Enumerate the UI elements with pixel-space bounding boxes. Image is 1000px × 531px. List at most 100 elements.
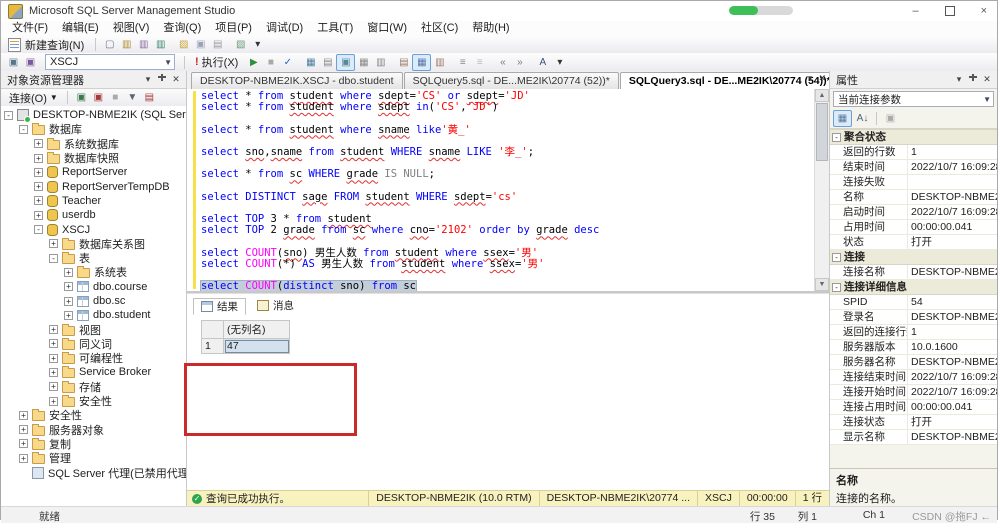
tree-item[interactable]: - 数据库	[1, 122, 186, 136]
scroll-down-icon[interactable]: ▼	[815, 278, 829, 291]
tree-item[interactable]: + Teacher	[1, 194, 186, 208]
tree-item[interactable]: + 系统表	[1, 265, 186, 279]
expand-icon[interactable]: +	[49, 382, 58, 392]
attach-server-icon[interactable]: ▣	[73, 90, 90, 105]
document-tab[interactable]: SQLQuery5.sql - DE...ME2IK\20774 (52))*	[403, 72, 619, 89]
menu-item[interactable]: 视图(V)	[106, 21, 157, 36]
expand-icon[interactable]: +	[49, 353, 58, 363]
include-client-stats-icon[interactable]: ▥	[372, 55, 389, 70]
tree-item[interactable]: + 可编程性	[1, 351, 186, 365]
expand-icon[interactable]: +	[19, 453, 28, 463]
uncomment-icon[interactable]: ≡	[471, 55, 488, 70]
document-tab[interactable]: DESKTOP-NBME2IK.XSCJ - dbo.student	[191, 72, 403, 89]
comment-icon[interactable]: ≡	[454, 55, 471, 70]
expand-icon[interactable]: +	[34, 167, 43, 177]
tree-item[interactable]: + 管理	[1, 451, 186, 465]
tree-item[interactable]: + dbo.student	[1, 308, 186, 322]
expand-icon[interactable]: +	[34, 196, 43, 206]
menu-item[interactable]: 社区(C)	[414, 21, 465, 36]
outdent-icon[interactable]: «	[494, 55, 511, 70]
tree-item[interactable]: + 服务器对象	[1, 423, 186, 437]
stop-icon[interactable]: ■	[107, 90, 124, 105]
expand-icon[interactable]: +	[34, 139, 43, 149]
close-button[interactable]: ×	[981, 5, 987, 17]
tree-item[interactable]: + 同义词	[1, 337, 186, 351]
results-tab-messages[interactable]: 消息	[250, 298, 301, 313]
tree-item[interactable]: + dbo.course	[1, 280, 186, 294]
property-row[interactable]: 登录名DESKTOP-NBME2IK	[830, 310, 997, 325]
expand-icon[interactable]: +	[49, 239, 58, 249]
sql-compact-query-icon[interactable]: ▥	[152, 37, 169, 52]
collapse-icon[interactable]: -	[832, 132, 841, 142]
property-row[interactable]: 连接名称DESKTOP-NBME2IK	[830, 265, 997, 280]
property-row[interactable]: 显示名称DESKTOP-NBME2IK	[830, 430, 997, 445]
results-to-file-icon[interactable]: ▥	[431, 55, 448, 70]
collapse-icon[interactable]: -	[4, 110, 13, 120]
property-row[interactable]: 状态 打开	[830, 235, 997, 250]
database-engine-query-icon[interactable]: ▥	[118, 37, 135, 52]
document-tab[interactable]: SQLQuery3.sql - DE...ME2IK\20774 (54))*	[619, 72, 840, 89]
results-tab-grid[interactable]: 结果	[193, 298, 246, 315]
maximize-button[interactable]	[944, 6, 955, 16]
connect-icon[interactable]: ▣	[5, 55, 22, 70]
property-row[interactable]: 返回的连接行数1	[830, 325, 997, 340]
tree-item[interactable]: + 视图	[1, 322, 186, 337]
connect-button[interactable]: 连接(O) ▼	[5, 90, 62, 106]
debug-icon[interactable]: ▶	[245, 55, 262, 70]
tree-item[interactable]: + ReportServer	[1, 165, 186, 179]
tree-item[interactable]: + 安全性	[1, 394, 186, 408]
sort-alphabetical-icon[interactable]: A↓	[854, 111, 871, 126]
analysis-services-query-icon[interactable]: ▥	[135, 37, 152, 52]
tree-item[interactable]: + 安全性	[1, 408, 186, 422]
menu-item[interactable]: 窗口(W)	[360, 21, 414, 36]
menu-item[interactable]: 文件(F)	[5, 21, 55, 36]
property-row[interactable]: 连接状态 打开	[830, 415, 997, 430]
parse-icon[interactable]: ✓	[279, 55, 296, 70]
print-icon[interactable]: ▤	[209, 37, 226, 52]
toolbar-overflow-icon[interactable]: ▾	[249, 37, 266, 52]
change-connection-icon[interactable]: ▣	[22, 55, 39, 70]
tree-item[interactable]: + 系统数据库	[1, 137, 186, 151]
collapse-icon[interactable]: -	[832, 252, 841, 262]
tree-item[interactable]: -表	[1, 251, 186, 265]
properties-object-selector[interactable]: 当前连接参数 ▼	[833, 91, 994, 107]
close-icon[interactable]: ✕	[980, 74, 994, 85]
collapse-icon[interactable]: -	[34, 225, 43, 235]
close-icon[interactable]: ✕	[169, 74, 183, 85]
expand-icon[interactable]: +	[19, 410, 28, 420]
results-to-text-icon[interactable]: ▤	[395, 55, 412, 70]
pin-icon[interactable]	[155, 73, 169, 86]
scrollbar-thumb[interactable]	[816, 103, 828, 161]
property-row[interactable]: 返回的行数 1	[830, 145, 997, 160]
tree-item[interactable]: + 复制	[1, 437, 186, 451]
expand-icon[interactable]: +	[49, 325, 58, 335]
tree-item[interactable]: + 数据库关系图	[1, 237, 186, 251]
collapse-icon[interactable]: -	[49, 253, 58, 263]
estimated-plan-icon[interactable]: ▦	[302, 55, 319, 70]
tree-item[interactable]: + dbo.sc	[1, 294, 186, 308]
grid-row-header[interactable]: 1	[202, 339, 224, 354]
intellisense-icon[interactable]: ▣	[336, 53, 356, 71]
tree-item[interactable]: + userdb	[1, 208, 186, 222]
property-row[interactable]: 服务器版本 10.0.1600	[830, 340, 997, 355]
property-category[interactable]: - 聚合状态	[830, 130, 997, 145]
include-actual-plan-icon[interactable]: ▦	[355, 55, 372, 70]
property-category[interactable]: - 连接详细信息	[830, 280, 997, 295]
expand-icon[interactable]: +	[49, 396, 58, 406]
menu-item[interactable]: 工具(T)	[310, 21, 360, 36]
expand-icon[interactable]: +	[19, 439, 28, 449]
expand-icon[interactable]: +	[64, 282, 73, 292]
collapse-icon[interactable]: -	[832, 282, 841, 292]
error-log-icon[interactable]: ▤	[141, 90, 158, 105]
close-document-icon[interactable]: ✕	[818, 73, 826, 84]
editor-scrollbar[interactable]: ▲ ▼	[814, 89, 829, 291]
template-parameters-icon[interactable]: A	[534, 55, 551, 70]
new-file-icon[interactable]: ▢	[101, 37, 118, 52]
grid-corner-cell[interactable]	[202, 321, 224, 339]
tree-item[interactable]: SQL Server 代理(已禁用代理 XP)	[1, 465, 186, 480]
tree-item[interactable]: - DESKTOP-NBME2IK (SQL Server 10.0.160	[1, 108, 186, 124]
minimize-button[interactable]: –	[912, 5, 918, 17]
expand-icon[interactable]: +	[49, 367, 58, 377]
categorized-icon[interactable]: ▦	[833, 110, 852, 127]
property-row[interactable]: 服务器名称DESKTOP-NBME2IK	[830, 355, 997, 370]
